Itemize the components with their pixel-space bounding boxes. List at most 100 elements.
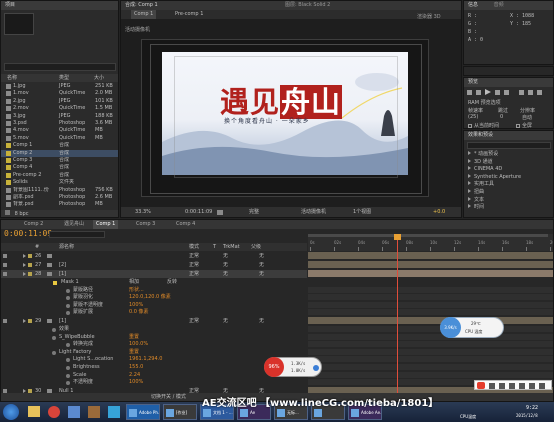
comp-tab-1[interactable]: Comp 1 <box>131 10 157 19</box>
timeline-tab[interactable]: Comp 3 <box>133 220 158 229</box>
effect-category[interactable]: * 动画预设 <box>468 151 498 158</box>
col-source-name[interactable]: 源名称 <box>59 243 74 251</box>
mask-property-row[interactable]: 蒙版羽化 120.0,120.0 像素 <box>1 294 307 301</box>
property-value[interactable]: 重置 <box>129 349 139 356</box>
mask-invert[interactable]: 反转 <box>167 279 177 286</box>
effect-category[interactable]: 文本 <box>468 196 484 204</box>
project-item[interactable]: Comp 4 合成 <box>1 164 118 171</box>
timeline-tab[interactable]: Comp 2 <box>21 220 46 229</box>
stopwatch-icon[interactable] <box>66 366 70 370</box>
layer-parent[interactable]: 无 <box>259 261 264 269</box>
widget-arrow-icon[interactable] <box>313 365 319 371</box>
effect-property-row[interactable]: Light S...ocation 1961.1,294.0 <box>1 356 307 363</box>
mask-mode[interactable]: 相加 <box>129 279 139 286</box>
ime-toolbar[interactable] <box>474 380 552 390</box>
exposure-value[interactable]: +0.0 <box>433 207 445 217</box>
project-item[interactable]: Solids 文件夹 <box>1 179 118 186</box>
mask-property-row[interactable]: 蒙版不透明度 100% <box>1 302 307 309</box>
stopwatch-icon[interactable] <box>66 358 70 363</box>
resolution-select[interactable]: 自动 <box>522 114 532 121</box>
ime-punct-icon[interactable] <box>499 383 505 389</box>
ram-options-label[interactable]: RAM 预览选项 <box>468 99 501 106</box>
layer-tab[interactable]: 图层: Black Solid 2 <box>285 1 330 10</box>
project-item[interactable]: 1.mov QuickTime 2.0 MB <box>1 90 118 97</box>
bpc-label[interactable]: 8 bpc <box>15 211 29 217</box>
property-value[interactable]: 100% <box>129 302 143 309</box>
quality-select[interactable]: 完整 <box>249 207 259 217</box>
property-value[interactable]: 120.0,120.0 像素 <box>129 294 171 301</box>
stopwatch-icon[interactable] <box>66 381 70 386</box>
layer-row[interactable]: 27 [2] 正常 无 无 <box>1 261 307 269</box>
effects-tab[interactable]: 效果和预设 <box>464 131 553 140</box>
footer-trash-icon[interactable] <box>5 210 10 215</box>
project-item[interactable]: 2.jpg JPEG 101 KB <box>1 98 118 105</box>
effect-property-row[interactable]: Light Factory 重置 <box>1 349 307 356</box>
zoom-select[interactable]: 33.3% <box>135 207 151 217</box>
property-value[interactable]: 2.24 <box>129 372 140 379</box>
mask-row[interactable]: Mask 1 相加 反转 <box>1 279 307 286</box>
eye-icon[interactable] <box>3 254 7 258</box>
first-frame-icon[interactable] <box>467 90 472 95</box>
camera-snapshot-icon[interactable] <box>217 210 223 215</box>
skip-value[interactable]: 0 <box>500 114 503 120</box>
project-item[interactable]: Comp 1 合成 <box>1 142 118 149</box>
timeline-tab[interactable]: Comp 1 <box>93 220 119 229</box>
effect-property-row[interactable]: 效果 <box>1 326 307 333</box>
from-current-checkbox[interactable]: 从当前时间 <box>468 122 499 128</box>
project-item[interactable]: 背景.psd Photoshop MB <box>1 201 118 208</box>
effect-category[interactable]: Synthetic Aperture <box>468 173 521 181</box>
clock-date[interactable]: 2015/12/8 <box>516 413 538 418</box>
audio-icon[interactable] <box>519 90 524 95</box>
expand-icon[interactable] <box>23 272 26 276</box>
project-item[interactable]: 背景图1111..份 Photoshop 756 KB <box>1 187 118 194</box>
comp-timecode[interactable]: 0:00:11:09 <box>185 207 212 217</box>
taskbar-app-icon[interactable] <box>108 406 120 418</box>
col-parent[interactable]: 父级 <box>251 243 261 251</box>
property-value[interactable]: 155.0 <box>129 364 143 371</box>
layer-trkmat[interactable]: 无 <box>223 270 228 278</box>
mask-property-row[interactable]: 蒙版扩展 0.0 像素 <box>1 309 307 316</box>
layer-mode[interactable]: 正常 <box>189 317 199 325</box>
camera-view-select[interactable]: 活动摄像机 <box>301 207 326 217</box>
stopwatch-icon[interactable] <box>52 335 56 340</box>
project-item[interactable]: 3.jpg JPEG 188 KB <box>1 113 118 120</box>
expand-icon[interactable] <box>23 254 26 258</box>
project-item[interactable]: Comp 2 合成 <box>1 149 118 157</box>
effects-search-input[interactable] <box>467 142 551 149</box>
project-search-input[interactable] <box>4 63 116 71</box>
property-value[interactable]: 100% <box>129 379 143 386</box>
effect-property-row[interactable]: Scale 2.24 <box>1 372 307 379</box>
stopwatch-icon[interactable] <box>66 296 70 301</box>
stopwatch-icon[interactable] <box>66 343 70 348</box>
ime-user-icon[interactable] <box>539 383 545 389</box>
effect-category[interactable]: 扭曲 <box>468 189 484 196</box>
play-icon[interactable] <box>485 89 491 95</box>
start-button[interactable] <box>3 404 19 420</box>
stopwatch-icon[interactable] <box>52 350 56 355</box>
effect-category[interactable]: CINEMA 4D <box>468 166 502 173</box>
composition-title[interactable]: 合成: Comp 1 <box>125 2 158 8</box>
project-item[interactable]: Comp 3 合成 <box>1 157 118 164</box>
eye-icon[interactable] <box>3 263 7 267</box>
effect-category[interactable]: 3D 通道 <box>468 158 493 166</box>
layer-mode[interactable]: 正常 <box>189 261 199 269</box>
ime-logo-icon[interactable] <box>477 382 485 389</box>
eye-icon[interactable] <box>3 272 7 276</box>
taskbar-app-button[interactable]: Adobe Ph... <box>126 404 160 420</box>
layer-duration-bar[interactable] <box>308 317 553 324</box>
stopwatch-icon[interactable] <box>66 373 70 378</box>
eye-icon[interactable] <box>3 319 7 323</box>
effect-category[interactable]: 实用工具 <box>468 181 494 188</box>
work-area-bar[interactable] <box>308 234 548 237</box>
layer-row[interactable]: 28 [1] 正常 无 无 <box>1 270 307 278</box>
cpu-temp-tray[interactable]: CPU温度 <box>460 414 476 420</box>
header-size[interactable]: 大小 <box>94 74 104 82</box>
timeline-tab[interactable]: 遇见舟山 <box>61 220 87 229</box>
taskbar-media-icon[interactable] <box>88 406 100 418</box>
effect-property-row[interactable]: S_WipeBubble 重置 <box>1 334 307 341</box>
renderer-label[interactable]: 渲染器 3D <box>417 13 441 20</box>
comp-tab-precomp[interactable]: Pre-comp 1 <box>175 10 203 19</box>
ram-preview-icon[interactable] <box>537 90 542 95</box>
layer-duration-bar[interactable] <box>308 261 553 268</box>
col-t[interactable]: T <box>213 243 216 251</box>
